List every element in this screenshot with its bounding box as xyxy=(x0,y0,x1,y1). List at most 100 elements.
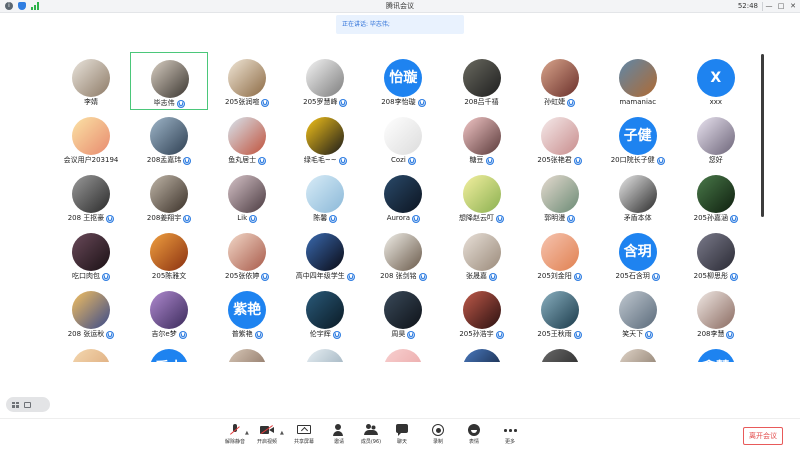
participant-tile[interactable]: 吃口肉包 xyxy=(52,226,130,284)
participant-tile[interactable]: 205王秋雨 xyxy=(521,284,599,342)
participant-tile[interactable]: 208 张运秋 xyxy=(52,284,130,342)
participant-name-row: 20口院长子健 xyxy=(599,155,677,166)
close-button[interactable]: ✕ xyxy=(788,1,798,12)
participant-tile[interactable]: 矛盾本体 xyxy=(599,168,677,226)
participant-tile[interactable]: 郭明漫 xyxy=(521,168,599,226)
participant-tile[interactable] xyxy=(521,342,599,362)
participant-tile[interactable]: mamaniac xyxy=(599,52,677,110)
participant-tile[interactable]: 205罗慧峰 xyxy=(286,52,364,110)
avatar xyxy=(384,349,423,362)
muted-mic-icon xyxy=(228,424,242,436)
participant-tile[interactable]: 208吕千禧 xyxy=(443,52,521,110)
participant-tile[interactable]: 鱼丸居士 xyxy=(208,110,286,168)
participant-tile[interactable] xyxy=(208,342,286,362)
more-button[interactable]: 更多 xyxy=(494,424,526,448)
members-button[interactable]: 成员(96) xyxy=(355,424,387,448)
participant-tile[interactable]: 伦宇辉 xyxy=(286,284,364,342)
share-screen-button[interactable]: 共享屏幕 xyxy=(288,424,320,448)
participant-tile[interactable]: 子健 20口院长子健 xyxy=(599,110,677,168)
participant-tile[interactable]: 李婧 xyxy=(52,52,130,110)
participant-tile[interactable] xyxy=(52,342,130,362)
participant-tile[interactable]: 孙虹婕 xyxy=(521,52,599,110)
participant-tile[interactable] xyxy=(599,342,677,362)
participant-tile[interactable]: 205陈雅文 xyxy=(130,226,208,284)
participant-tile[interactable]: 205孙嘉涵 xyxy=(677,168,755,226)
participant-tile[interactable]: 205孙浩宇 xyxy=(443,284,521,342)
participant-tile[interactable]: 紫艳 普紫艳 xyxy=(208,284,286,342)
participant-tile[interactable]: 205刘金阳 xyxy=(521,226,599,284)
minimize-button[interactable]: — xyxy=(764,1,774,12)
participant-tile[interactable] xyxy=(286,342,364,362)
gallery-view-icon[interactable] xyxy=(12,401,19,408)
participant-tile[interactable]: 205柳思彤 xyxy=(677,226,755,284)
unmute-button[interactable]: 解除静音 xyxy=(219,424,251,448)
chat-icon xyxy=(395,424,409,436)
participant-name-row: xxx xyxy=(677,97,755,108)
participant-tile[interactable]: 鑫慧 xyxy=(677,342,755,362)
participant-name-row: 205王秋雨 xyxy=(521,329,599,340)
avatar xyxy=(72,59,110,97)
participant-tile[interactable]: 陈馨 xyxy=(286,168,364,226)
chat-button[interactable]: 聊天 xyxy=(386,424,418,448)
participant-tile[interactable]: Aurora xyxy=(364,168,442,226)
participant-name: 伦宇辉 xyxy=(309,330,331,338)
participant-tile[interactable]: 205张依婷 xyxy=(208,226,286,284)
video-options-caret[interactable]: ▲ xyxy=(280,430,284,436)
participant-name: 205罗慧峰 xyxy=(303,98,338,106)
participant-tile[interactable]: 张晟嘉 xyxy=(443,226,521,284)
participant-tile[interactable]: 毕志伟 xyxy=(130,52,209,110)
mic-active-icon xyxy=(183,214,192,223)
participant-tile[interactable]: 周昊 xyxy=(364,284,442,342)
participant-name: 您好 xyxy=(708,156,723,164)
avatar: X xyxy=(696,59,735,97)
participant-tile[interactable]: 208李慧 xyxy=(677,284,755,342)
participant-tile[interactable]: Xxxx xyxy=(677,52,755,110)
participant-tile[interactable]: 吉尔e梦 xyxy=(130,284,208,342)
meeting-timer: 52:48 xyxy=(737,2,758,10)
participant-tile[interactable]: 糖豆 xyxy=(443,110,521,168)
participant-name-row: 张晟嘉 xyxy=(443,271,521,282)
participant-tile[interactable]: 您好 xyxy=(677,110,755,168)
participant-tile[interactable]: 想降赵云叮 xyxy=(443,168,521,226)
participant-tile[interactable]: 绿毛毛~~ xyxy=(286,110,364,168)
participant-name-row: Cozi xyxy=(364,155,442,166)
record-label: 录制 xyxy=(432,439,443,445)
mic-active-icon xyxy=(261,272,270,281)
grid-scrollbar[interactable] xyxy=(761,54,764,217)
mic-active-icon xyxy=(407,330,416,339)
participant-tile[interactable]: 208孟嘉玮 xyxy=(130,110,208,168)
avatar xyxy=(618,175,657,213)
participant-name: 205石含玥 xyxy=(615,272,650,280)
mic-active-icon xyxy=(489,272,497,281)
audio-options-caret[interactable]: ▲ xyxy=(245,430,249,436)
participant-tile[interactable]: 208 张剑铭 xyxy=(364,226,442,284)
participant-tile[interactable]: 笑天下 xyxy=(599,284,677,342)
start-video-button[interactable]: 开启视频 xyxy=(251,424,283,448)
mic-active-icon xyxy=(176,99,185,108)
participant-tile[interactable]: 205张润喧 xyxy=(208,52,286,110)
participant-tile[interactable] xyxy=(364,342,442,362)
mic-active-icon xyxy=(573,330,582,339)
participant-name: 205陈雅文 xyxy=(151,272,187,280)
participant-tile[interactable]: 含玥 205石含玥 xyxy=(599,226,677,284)
participant-tile[interactable]: 乔木 xyxy=(130,342,208,362)
participant-name-row: Lik xyxy=(208,213,286,224)
maximize-button[interactable]: □ xyxy=(776,1,786,12)
leave-meeting-button[interactable]: 离开会议 xyxy=(743,427,783,445)
participant-tile[interactable]: Lik xyxy=(208,168,286,226)
members-label: 成员(96) xyxy=(360,439,382,445)
participant-tile[interactable]: 怡璇 208李怡璇 xyxy=(364,52,442,110)
speaker-view-icon[interactable] xyxy=(24,401,31,408)
emoji-button[interactable]: 表情 xyxy=(458,424,490,448)
participant-tile[interactable] xyxy=(443,342,521,362)
view-toggle[interactable] xyxy=(6,397,50,412)
avatar xyxy=(150,175,189,213)
participant-tile[interactable]: 会议用户203194 xyxy=(52,110,130,168)
record-button[interactable]: 录制 xyxy=(422,424,454,448)
participant-tile[interactable]: 208姜翔宇 xyxy=(130,168,208,226)
participant-tile[interactable]: 208 王抠豪 xyxy=(52,168,130,226)
invite-button[interactable]: 邀请 xyxy=(323,424,355,448)
participant-tile[interactable]: 205张艳君 xyxy=(521,110,599,168)
participant-tile[interactable]: Cozi xyxy=(364,110,442,168)
participant-tile[interactable]: 高中四年级学生 xyxy=(286,226,364,284)
